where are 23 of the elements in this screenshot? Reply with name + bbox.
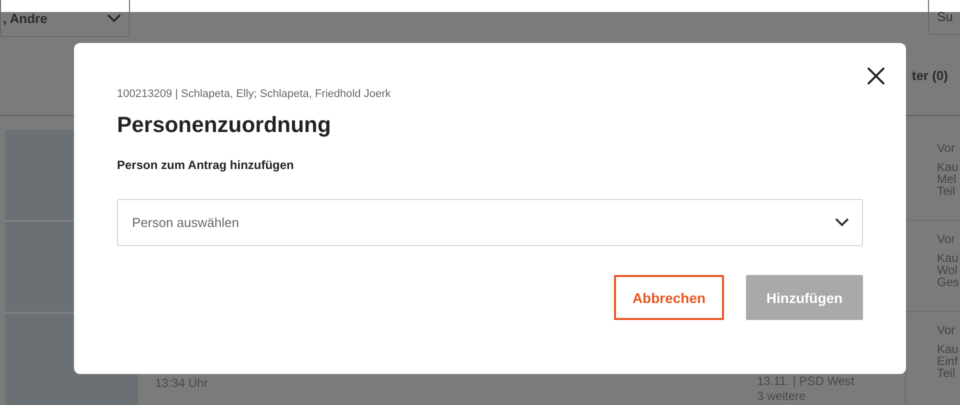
person-select[interactable]: Person auswählen bbox=[117, 199, 863, 246]
detail-text: Ges bbox=[937, 275, 960, 289]
cancel-button[interactable]: Abbrechen bbox=[614, 275, 724, 320]
detail-text: Kau bbox=[937, 160, 958, 174]
detail-text: Wol bbox=[937, 263, 958, 277]
column-heading: Vor bbox=[937, 141, 956, 155]
field-label: Person zum Antrag hinzufügen bbox=[117, 158, 295, 172]
detail-text: Mel bbox=[937, 172, 956, 186]
chevron-down-icon bbox=[107, 14, 121, 22]
detail-text: Teil bbox=[937, 184, 956, 198]
user-select[interactable]: , Andre bbox=[0, 0, 130, 37]
detail-text: Teil bbox=[937, 366, 956, 380]
detail-text: Kau bbox=[937, 342, 958, 356]
chevron-down-icon bbox=[835, 218, 849, 227]
detail-text: Kau bbox=[937, 251, 958, 265]
dialog-title: Personenzuordnung bbox=[117, 112, 332, 138]
search-button[interactable]: Su bbox=[928, 0, 960, 35]
column-heading: Vor bbox=[937, 232, 956, 246]
close-icon bbox=[866, 66, 886, 86]
filter-tab[interactable]: ter (0) bbox=[912, 68, 948, 83]
close-button[interactable] bbox=[866, 66, 886, 86]
dialog-subtitle: 100213209 | Schlapeta, Elly; Schlapeta, Friedhold Joerk bbox=[117, 88, 392, 100]
column-heading: Vor bbox=[937, 323, 956, 337]
